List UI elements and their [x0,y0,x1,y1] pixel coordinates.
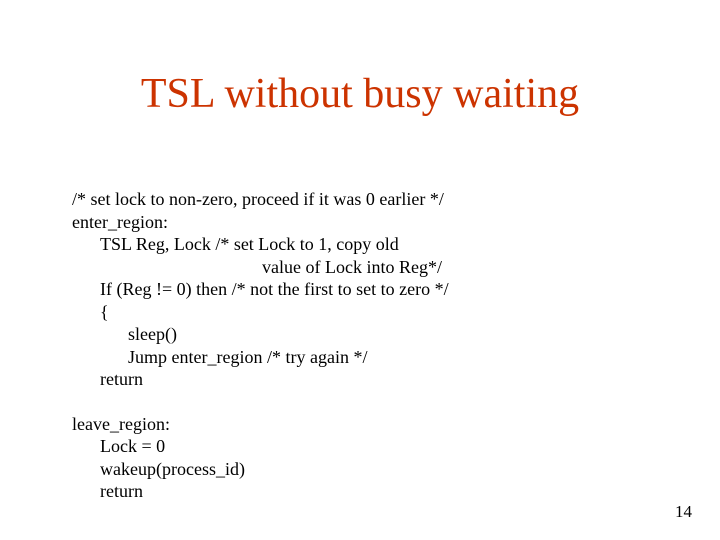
code-line: { [72,301,672,324]
code-line: If (Reg != 0) then /* not the first to s… [72,278,672,301]
code-line: leave_region: [72,414,170,434]
code-line: Jump enter_region /* try again */ [72,346,672,369]
code-line: wakeup(process_id) [72,458,672,481]
page-number: 14 [675,502,692,522]
blank-line [72,391,672,413]
code-line: return [72,368,672,391]
code-line: return [72,480,672,503]
code-line: enter_region: [72,212,168,232]
code-line: TSL Reg, Lock /* set Lock to 1, copy old [72,233,672,256]
slide-title: TSL without busy waiting [0,70,720,118]
code-line: Lock = 0 [72,435,672,458]
slide: TSL without busy waiting /* set lock to … [0,0,720,540]
slide-body: /* set lock to non-zero, proceed if it w… [72,188,672,503]
code-line: value of Lock into Reg*/ [72,256,672,279]
code-line: /* set lock to non-zero, proceed if it w… [72,189,444,209]
code-line: sleep() [72,323,672,346]
